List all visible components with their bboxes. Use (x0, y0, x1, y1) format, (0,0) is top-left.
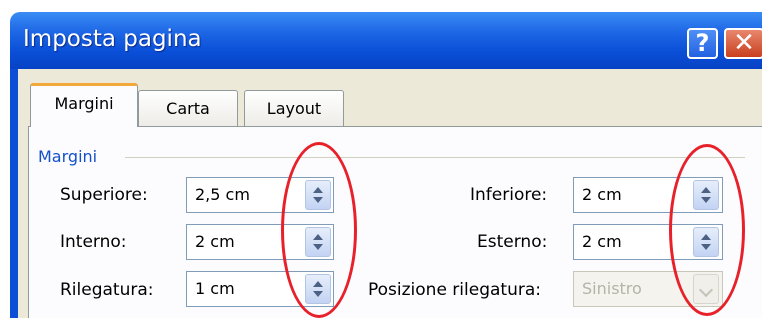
superiore-label: Superiore: (60, 185, 148, 205)
close-x-icon: ✕ (733, 28, 755, 58)
interno-value: 2 cm (195, 232, 235, 251)
tab-label: Layout (266, 99, 322, 118)
rilegatura-label: Rilegatura: (60, 280, 154, 300)
question-mark-icon: ? (695, 29, 710, 57)
title-bar: Imposta pagina ? ✕ (10, 12, 762, 69)
tab-margini[interactable]: Margini (30, 83, 138, 127)
superiore-value: 2,5 cm (195, 185, 250, 204)
interno-label: Interno: (60, 232, 127, 252)
annotation-ellipse-right (669, 144, 745, 316)
section-title-margini: Margini (38, 147, 98, 166)
inferiore-label: Inferiore: (470, 185, 548, 205)
tab-label: Margini (54, 94, 114, 113)
window-title: Imposta pagina (23, 26, 202, 52)
tab-layout[interactable]: Layout (244, 90, 344, 128)
rilegatura-value: 1 cm (195, 279, 235, 298)
tab-label: Carta (166, 99, 210, 118)
annotation-ellipse-left (281, 142, 357, 318)
inferiore-value: 2 cm (582, 185, 622, 204)
esterno-value: 2 cm (582, 232, 622, 251)
close-button[interactable]: ✕ (724, 28, 762, 59)
tab-carta[interactable]: Carta (138, 90, 238, 128)
posizione-rilegatura-value: Sinistro (582, 279, 642, 298)
posizione-rilegatura-label: Posizione rilegatura: (368, 280, 541, 300)
section-divider (125, 157, 745, 158)
help-button[interactable]: ? (687, 28, 718, 59)
esterno-label: Esterno: (477, 232, 548, 252)
